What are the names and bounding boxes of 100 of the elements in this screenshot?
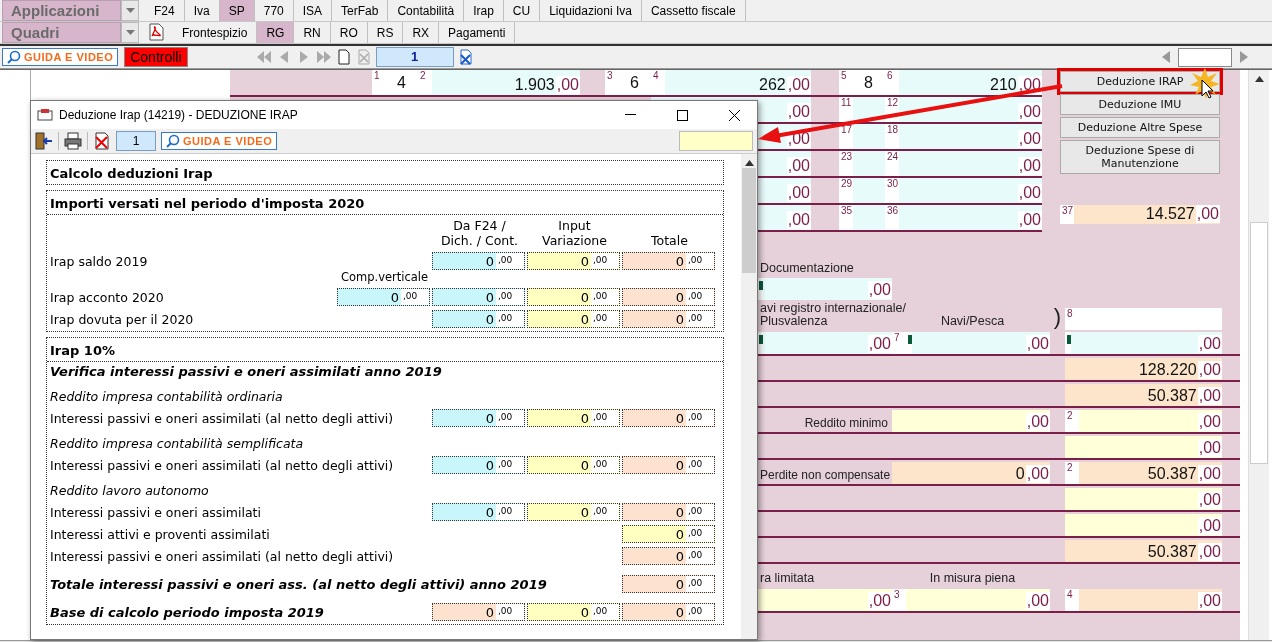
form-tab[interactable]: RG [257, 22, 295, 43]
amount-field[interactable]: 0 ,00 [432, 456, 525, 474]
amount-field[interactable]: 0 ,00 [622, 525, 715, 543]
menu-tab[interactable]: ISA [293, 0, 333, 21]
last-icon[interactable] [315, 49, 332, 65]
form-tab[interactable]: RO [330, 22, 368, 43]
amount-field[interactable]: 0 ,00 [432, 288, 525, 306]
amount-field[interactable]: 0 ,00 [527, 409, 620, 427]
menu-tab[interactable]: 770 [254, 0, 294, 21]
amount-field[interactable]: 24 ,00 [885, 151, 1042, 176]
page-field[interactable]: 1 [375, 47, 454, 67]
amount-field[interactable]: 0 ,00 [432, 252, 525, 270]
amount-field[interactable]: ,00 [1065, 514, 1222, 536]
amount-field[interactable]: 37 14.527,00 [1060, 205, 1220, 224]
amount-field[interactable]: 0 ,00 [622, 503, 715, 521]
new-page-icon[interactable] [335, 49, 352, 65]
amount-field[interactable]: 2 ,00 [1065, 410, 1222, 432]
amount-field[interactable]: 0 ,00 [622, 456, 715, 474]
digit-field[interactable]: 29 [839, 178, 885, 203]
amount-field[interactable]: 0 ,00 [622, 575, 715, 593]
menu-tab[interactable]: Liquidazioni Iva [540, 0, 642, 21]
amount-field[interactable]: 0 ,00 [622, 288, 715, 306]
amount-field[interactable]: 0 ,00 [622, 409, 715, 427]
amount-field[interactable]: 6 210,00 [885, 70, 1042, 95]
amount-field[interactable]: 0 ,00 [337, 288, 430, 306]
print-icon[interactable] [64, 132, 82, 150]
scroll-up-icon[interactable] [1254, 76, 1264, 82]
amount-field[interactable]: ,00 [1065, 332, 1222, 354]
delete-icon[interactable] [457, 49, 474, 65]
delete-icon[interactable] [93, 132, 111, 150]
deduction-button[interactable]: Deduzione IMU [1060, 94, 1220, 115]
amount-field[interactable]: 0 ,00 [622, 252, 715, 270]
amount-field[interactable]: 0 ,00 [622, 603, 715, 621]
amount-field[interactable]: 128.220,00 [1065, 358, 1222, 380]
amount-field[interactable]: 0 ,00 [527, 310, 620, 328]
amount-field[interactable]: 4 262,00 [651, 70, 811, 95]
controls-button[interactable]: Controlli [124, 47, 188, 67]
menu-tab[interactable]: SP [219, 0, 255, 21]
digit-field[interactable]: 5 8 [839, 70, 885, 95]
digit-field[interactable]: 35 [839, 205, 885, 230]
amount-field[interactable]: 0 ,00 [622, 310, 715, 328]
form-tab[interactable]: Pagamenti [439, 22, 516, 43]
amount-field[interactable]: 4 ,00 [1065, 589, 1222, 611]
menu-tab[interactable]: Contabilità [388, 0, 465, 21]
first-icon[interactable] [255, 49, 272, 65]
amount-field[interactable]: 2 1.903,00 [418, 70, 580, 95]
menu-tab[interactable]: Irap [464, 0, 504, 21]
digit-field[interactable]: 1 4 [372, 70, 418, 95]
amount-field[interactable]: 30 ,00 [885, 178, 1042, 203]
digit-field[interactable]: 23 [839, 151, 885, 176]
amount-field[interactable]: ,00 [757, 278, 892, 300]
menu-tab[interactable]: TerFab [332, 0, 389, 21]
decimals-text: ,00 [1197, 491, 1222, 509]
form-tab[interactable]: RX [403, 22, 440, 43]
amount-field[interactable]: 0 ,00 [622, 547, 715, 565]
amount-field[interactable]: 7 ,00 [892, 332, 1050, 354]
page-field[interactable]: 1 [116, 131, 156, 151]
menu-tab[interactable]: F24 [145, 0, 185, 21]
amount-field[interactable]: 0 ,00 [527, 252, 620, 270]
menu-tab[interactable]: Cassetto fiscale [641, 0, 746, 21]
amount-field[interactable]: 0 ,00 [432, 603, 525, 621]
amount-field[interactable]: ,00 [1065, 436, 1222, 458]
digit-field[interactable]: 3 6 [605, 70, 651, 95]
menu-tab[interactable]: CU [503, 0, 541, 21]
amount-field[interactable]: 0 ,00 [527, 503, 620, 521]
amount-field[interactable]: 0 ,00 [527, 456, 620, 474]
deduction-button[interactable]: Deduzione Altre Spese [1060, 117, 1220, 138]
amount-field[interactable]: 0 ,00 [432, 409, 525, 427]
form-tab[interactable]: RS [367, 22, 404, 43]
input-field[interactable] [1178, 47, 1232, 67]
scrollbar[interactable] [741, 154, 757, 639]
scroll-thumb[interactable] [1250, 222, 1268, 464]
delete-page-icon[interactable] [355, 49, 372, 65]
exit-icon[interactable] [35, 132, 53, 150]
amount-field[interactable]: ,00 [892, 410, 1050, 432]
scroll-thumb[interactable] [742, 168, 756, 273]
amount-field[interactable]: 50.387,00 [1065, 384, 1222, 406]
form-tab[interactable]: RN [294, 22, 331, 43]
amount-field[interactable]: ,00 [1065, 488, 1222, 510]
deduction-button[interactable]: Deduzione IRAP [1060, 71, 1220, 92]
amount-field[interactable]: 50.387,00 [1065, 540, 1222, 562]
input-field[interactable] [679, 131, 753, 151]
amount-field[interactable]: 2 50.387,00 [1065, 462, 1222, 484]
deduction-button[interactable]: Deduzione Spese di Manutenzione [1060, 140, 1220, 174]
scroll-up-icon[interactable] [744, 160, 754, 166]
amount-field[interactable]: 3 ,00 [892, 589, 1050, 611]
scrollbar[interactable] [1248, 70, 1269, 640]
amount-field[interactable]: 0,00 [892, 462, 1050, 484]
field-number: 12 [886, 97, 899, 110]
amount-field[interactable]: 18 ,00 [885, 124, 1042, 149]
amount-field[interactable]: ,00 [757, 589, 892, 611]
amount-field[interactable]: ,00 [757, 332, 892, 354]
pdf-icon[interactable] [147, 23, 165, 41]
amount-field[interactable]: 36 ,00 [885, 205, 1042, 230]
amount-field[interactable]: 0 ,00 [527, 288, 620, 306]
digit-value: 4 [397, 73, 407, 92]
amount-field[interactable]: 0 ,00 [432, 503, 525, 521]
menu-tab[interactable]: Iva [184, 0, 220, 21]
amount-field[interactable]: 0 ,00 [432, 310, 525, 328]
amount-field[interactable]: 0 ,00 [527, 603, 620, 621]
